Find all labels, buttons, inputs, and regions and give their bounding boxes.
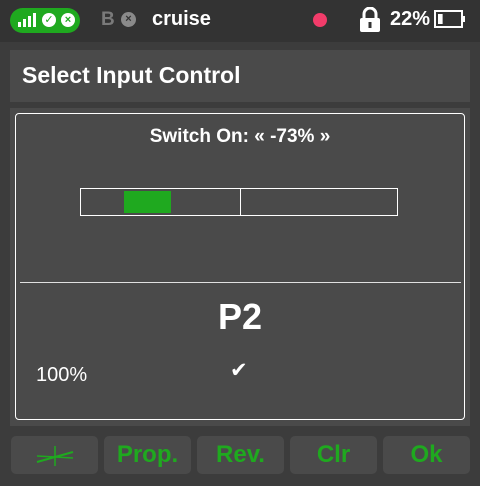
- check-icon[interactable]: ✔: [230, 358, 248, 383]
- curve-icon: [36, 446, 74, 466]
- gauge-center-line: [240, 189, 241, 215]
- title-panel: Select Input Control: [10, 50, 470, 102]
- battery-percent: 22%: [390, 8, 431, 30]
- ok-button[interactable]: Ok: [383, 436, 470, 474]
- gauge-fill: [123, 191, 171, 213]
- prop-button[interactable]: Prop.: [104, 436, 191, 474]
- close-circle-icon: ×: [61, 13, 75, 27]
- close-circle-icon: ×: [121, 12, 136, 27]
- battery-icon: [434, 10, 465, 28]
- switch-gauge: [80, 188, 398, 216]
- mode-letter: B: [101, 9, 115, 30]
- input-source-name[interactable]: P2: [0, 296, 480, 338]
- signal-status-pill[interactable]: ✓ ×: [10, 8, 80, 33]
- page-title: Select Input Control: [22, 62, 241, 88]
- switch-value-label: Switch On: « -73% »: [149, 126, 331, 147]
- rev-button[interactable]: Rev.: [197, 436, 284, 474]
- check-circle-icon: ✓: [42, 13, 56, 27]
- curve-button[interactable]: [11, 436, 98, 474]
- record-dot-icon: [313, 13, 327, 27]
- model-name: cruise: [152, 8, 211, 30]
- status-bar: ✓ × B × cruise 22%: [0, 0, 480, 42]
- weight-value[interactable]: 100%: [36, 364, 87, 387]
- clr-button[interactable]: Clr: [290, 436, 377, 474]
- lock-icon: [360, 7, 380, 32]
- divider: [20, 282, 461, 283]
